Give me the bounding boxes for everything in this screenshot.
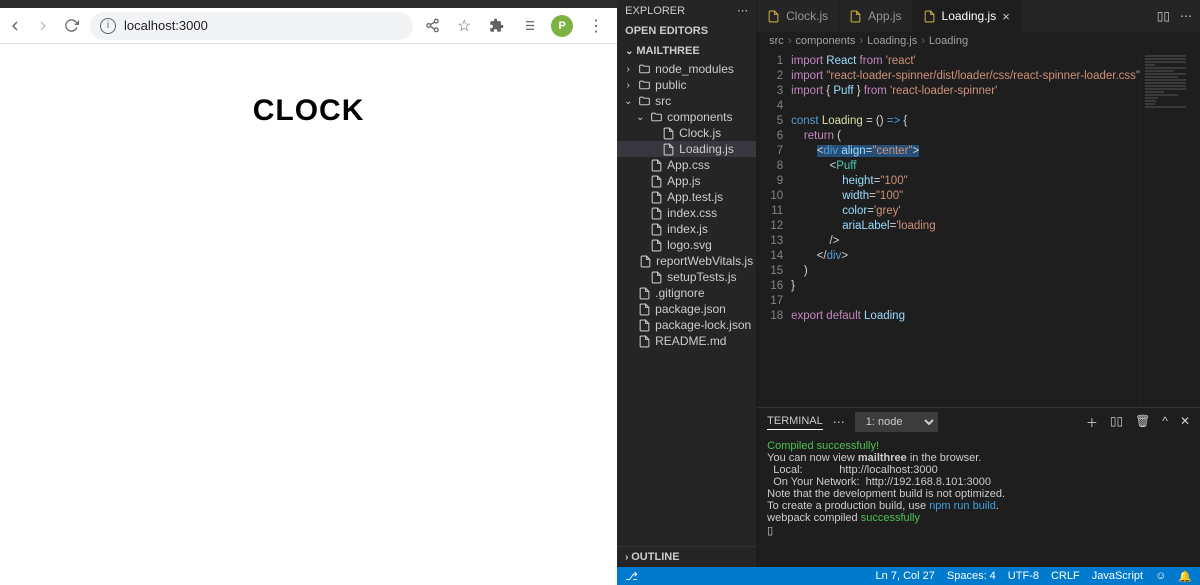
vscode-window: EXPLORER ⋯ OPEN EDITORS ⌄ MAILTHREE ›nod… — [617, 0, 1200, 585]
terminal-panel: TERMINAL ⋯ 1: node ＋ ▯▯ 🗑 ^ ✕ Compiled s… — [757, 407, 1200, 567]
browser-menu-icon[interactable]: ⋮ — [587, 17, 605, 35]
file-tree: ›node_modules›public⌄src⌄componentsClock… — [617, 61, 756, 546]
browser-window: i localhost:3000 ☆ P ⋮ CLOCK — [0, 0, 617, 585]
chevron-up-icon[interactable]: ^ — [1162, 414, 1168, 431]
editor-tab[interactable]: Clock.js — [757, 0, 839, 32]
browser-tabstrip — [0, 0, 617, 8]
file-item[interactable]: README.md — [617, 333, 756, 349]
star-icon[interactable]: ☆ — [455, 17, 473, 35]
folder-item[interactable]: ⌄src — [617, 93, 756, 109]
editor-tab[interactable]: App.js — [839, 0, 912, 32]
folder-item[interactable]: ⌄components — [617, 109, 756, 125]
split-terminal-icon[interactable]: ▯▯ — [1110, 414, 1123, 431]
explorer-title: EXPLORER — [625, 5, 685, 17]
site-info-icon[interactable]: i — [100, 18, 116, 34]
file-item[interactable]: index.css — [617, 205, 756, 221]
code-editor[interactable]: 123456789101112131415161718 import React… — [757, 50, 1200, 407]
explorer-sidebar: EXPLORER ⋯ OPEN EDITORS ⌄ MAILTHREE ›nod… — [617, 0, 757, 567]
browser-toolbar: i localhost:3000 ☆ P ⋮ — [0, 8, 617, 44]
editor-area: Clock.jsApp.jsLoading.js×▯▯⋯ src›compone… — [757, 0, 1200, 567]
new-terminal-icon[interactable]: ＋ — [1086, 414, 1098, 431]
status-spaces[interactable]: Spaces: 4 — [947, 570, 996, 582]
status-language[interactable]: JavaScript — [1092, 570, 1143, 582]
page-content: CLOCK — [0, 44, 617, 585]
editor-tabs: Clock.jsApp.jsLoading.js× ▯▯ ⋯ — [757, 0, 1200, 32]
status-eol[interactable]: CRLF — [1051, 570, 1080, 582]
file-item[interactable]: App.test.js — [617, 189, 756, 205]
outline-section[interactable]: › OUTLINE — [617, 546, 756, 567]
breadcrumb-item[interactable]: components — [795, 35, 855, 47]
editor-tab[interactable]: Loading.js× — [913, 0, 1021, 32]
address-bar[interactable]: i localhost:3000 — [90, 12, 413, 40]
profile-avatar[interactable]: P — [551, 15, 573, 37]
file-item[interactable]: package-lock.json — [617, 317, 756, 333]
back-button[interactable] — [6, 17, 24, 35]
explorer-more-icon[interactable]: ⋯ — [737, 4, 748, 17]
editor-more-icon[interactable]: ⋯ — [1180, 9, 1192, 23]
terminal-select[interactable]: 1: node — [855, 412, 938, 432]
share-icon[interactable] — [423, 17, 441, 35]
file-item[interactable]: App.css — [617, 157, 756, 173]
file-item[interactable]: index.js — [617, 221, 756, 237]
breadcrumb-item[interactable]: Loading — [929, 35, 968, 47]
folder-item[interactable]: ›node_modules — [617, 61, 756, 77]
reload-button[interactable] — [62, 17, 80, 35]
file-item[interactable]: logo.svg — [617, 237, 756, 253]
file-item[interactable]: App.js — [617, 173, 756, 189]
file-item[interactable]: reportWebVitals.js — [617, 253, 756, 269]
extensions-icon[interactable] — [487, 17, 505, 35]
status-remote-icon[interactable]: ⎇ — [625, 570, 638, 583]
status-encoding[interactable]: UTF-8 — [1008, 570, 1039, 582]
status-bar: ⎇ Ln 7, Col 27 Spaces: 4 UTF-8 CRLF Java… — [617, 567, 1200, 585]
line-gutter: 123456789101112131415161718 — [757, 50, 791, 407]
file-item[interactable]: .gitignore — [617, 285, 756, 301]
trash-icon[interactable]: 🗑 — [1135, 414, 1150, 431]
forward-button[interactable] — [34, 17, 52, 35]
status-bell-icon[interactable]: 🔔 — [1178, 570, 1192, 583]
file-item[interactable]: Loading.js — [617, 141, 756, 157]
breadcrumb-item[interactable]: Loading.js — [867, 35, 917, 47]
file-item[interactable]: setupTests.js — [617, 269, 756, 285]
minimap[interactable] — [1140, 50, 1200, 407]
terminal-tab[interactable]: TERMINAL — [767, 415, 823, 430]
panel-more-icon[interactable]: ⋯ — [833, 415, 845, 429]
file-item[interactable]: package.json — [617, 301, 756, 317]
open-editors-section[interactable]: OPEN EDITORS — [617, 21, 756, 41]
breadcrumb-item[interactable]: src — [769, 35, 784, 47]
tab-close-icon[interactable]: × — [1002, 9, 1010, 24]
code-lines[interactable]: import React from 'react'import "react-l… — [791, 50, 1140, 407]
panel-close-icon[interactable]: ✕ — [1180, 414, 1190, 431]
breadcrumbs[interactable]: src›components›Loading.js›Loading — [757, 32, 1200, 50]
url-text: localhost:3000 — [124, 18, 208, 33]
page-heading: CLOCK — [253, 94, 365, 585]
folder-item[interactable]: ›public — [617, 77, 756, 93]
status-feedback-icon[interactable]: ☺ — [1155, 570, 1166, 582]
file-item[interactable]: Clock.js — [617, 125, 756, 141]
split-editor-icon[interactable]: ▯▯ — [1157, 9, 1170, 23]
project-root[interactable]: ⌄ MAILTHREE — [617, 41, 756, 61]
status-lncol[interactable]: Ln 7, Col 27 — [876, 570, 935, 582]
reading-list-icon[interactable] — [519, 17, 537, 35]
terminal-output[interactable]: Compiled successfully!You can now view m… — [757, 436, 1200, 567]
